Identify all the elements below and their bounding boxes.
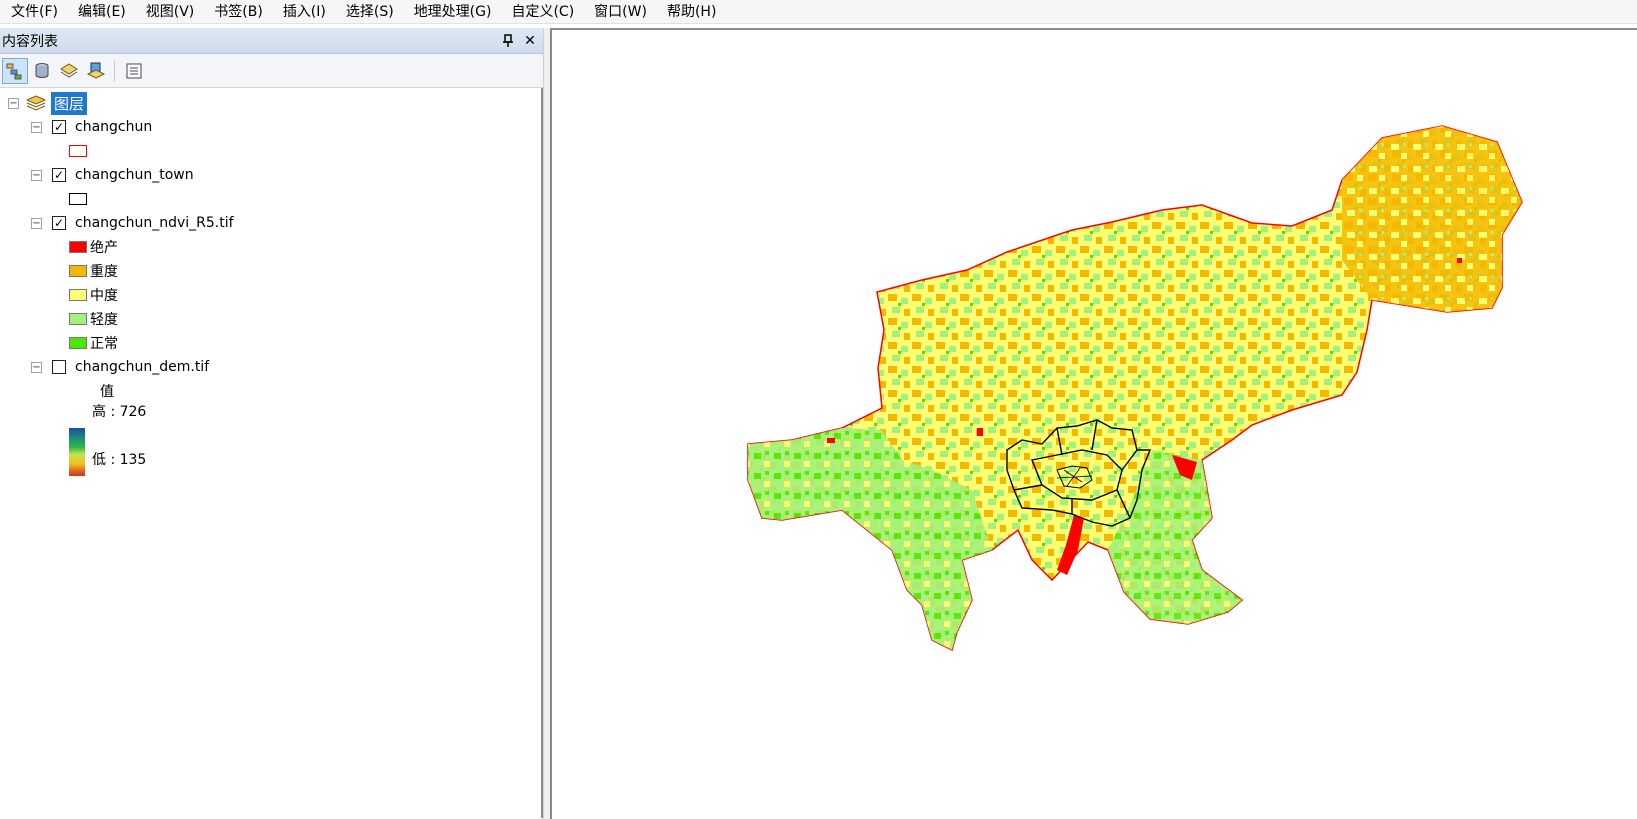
options-icon <box>126 63 142 78</box>
class-label: 中度 <box>90 288 118 304</box>
pane-splitter[interactable] <box>543 28 550 819</box>
legend-class-row: 正常 <box>69 331 118 355</box>
layer-name[interactable]: changchun_town <box>75 167 194 183</box>
root-layers-row[interactable]: − 图层 <box>8 91 88 115</box>
menu-view[interactable]: 视图(V) <box>135 0 204 24</box>
class-label: 轻度 <box>90 312 118 328</box>
dem-high-label: 高 : 726 <box>92 404 147 420</box>
pane-title: 内容列表 <box>2 33 58 50</box>
failure-patch <box>977 428 983 436</box>
class-label: 重度 <box>90 264 118 280</box>
collapse-icon[interactable]: − <box>31 217 42 229</box>
list-by-source-button[interactable] <box>29 58 55 84</box>
legend-symbol-row <box>69 139 87 163</box>
selection-layers-icon <box>86 62 106 79</box>
northeast-orange-zone <box>1342 126 1522 312</box>
layer-row-changchun[interactable]: − ✓ changchun <box>31 115 152 139</box>
menu-selection[interactable]: 选择(S) <box>335 0 403 24</box>
database-icon <box>35 62 49 78</box>
failure-patch <box>1457 258 1462 263</box>
class-swatch[interactable] <box>69 337 87 349</box>
layer-name[interactable]: changchun_dem.tif <box>75 359 209 375</box>
menu-help[interactable]: 帮助(H) <box>656 0 725 24</box>
collapse-icon[interactable]: − <box>31 361 42 373</box>
menu-bar: 文件(F) 编辑(E) 视图(V) 书签(B) 插入(I) 选择(S) 地理处理… <box>0 0 1637 24</box>
legend-class-row: 绝产 <box>69 235 118 259</box>
layers-group-icon <box>25 95 47 111</box>
table-of-contents-pane: 内容列表 ✕ − 图层 − ✓ changchun − ✓ changchun_… <box>0 28 543 819</box>
layer-row-ndvi[interactable]: − ✓ changchun_ndvi_R5.tif <box>31 211 234 235</box>
legend-symbol-row <box>69 187 87 211</box>
menu-file[interactable]: 文件(F) <box>0 0 67 24</box>
layer-visibility-checkbox[interactable] <box>52 360 66 374</box>
layer-visibility-checkbox[interactable]: ✓ <box>52 216 66 230</box>
layers-icon <box>60 62 78 78</box>
map-view[interactable] <box>550 28 1637 819</box>
map-canvas[interactable] <box>552 30 1637 819</box>
collapse-icon[interactable]: − <box>31 169 42 181</box>
layer-row-changchun-town[interactable]: − ✓ changchun_town <box>31 163 194 187</box>
class-label: 正常 <box>90 336 118 352</box>
menu-bookmarks[interactable]: 书签(B) <box>203 0 272 24</box>
dem-low-label: 低 : 135 <box>92 452 147 468</box>
root-layers-label[interactable]: 图层 <box>51 91 88 115</box>
failure-patch <box>827 438 835 443</box>
layer-visibility-checkbox[interactable]: ✓ <box>52 168 66 182</box>
layer-name[interactable]: changchun_ndvi_R5.tif <box>75 215 234 231</box>
class-swatch[interactable] <box>69 265 87 277</box>
options-button[interactable] <box>121 58 147 84</box>
polygon-outline-swatch[interactable] <box>69 145 87 157</box>
menu-geoprocessing[interactable]: 地理处理(G) <box>403 0 501 24</box>
list-by-visibility-button[interactable] <box>56 58 82 84</box>
elevation-color-ramp[interactable] <box>69 428 85 476</box>
collapse-icon[interactable]: − <box>31 121 42 133</box>
layer-visibility-checkbox[interactable]: ✓ <box>52 120 66 134</box>
pin-icon[interactable] <box>499 31 517 51</box>
legend-class-row: 轻度 <box>69 307 118 331</box>
menu-customize[interactable]: 自定义(C) <box>500 0 583 24</box>
layer-tree: − 图层 − ✓ changchun − ✓ changchun_town − … <box>0 88 543 818</box>
menu-insert[interactable]: 插入(I) <box>272 0 335 24</box>
list-by-drawing-order-button[interactable] <box>2 57 28 84</box>
menu-edit[interactable]: 编辑(E) <box>67 0 135 24</box>
layer-name[interactable]: changchun <box>75 119 152 135</box>
class-swatch[interactable] <box>69 289 87 301</box>
toolbar-separator <box>114 59 115 82</box>
polygon-outline-swatch[interactable] <box>69 193 87 205</box>
legend-class-row: 中度 <box>69 283 118 307</box>
drawing-order-icon <box>6 63 22 79</box>
class-label: 绝产 <box>90 240 118 256</box>
menu-windows[interactable]: 窗口(W) <box>583 0 656 24</box>
pane-title-bar: 内容列表 ✕ <box>0 28 543 54</box>
changchun-boundary-layer <box>747 125 1523 652</box>
legend-class-row: 重度 <box>69 259 118 283</box>
close-icon[interactable]: ✕ <box>521 31 539 51</box>
class-swatch[interactable] <box>69 313 87 325</box>
class-swatch[interactable] <box>69 241 87 253</box>
collapse-icon[interactable]: − <box>8 97 19 109</box>
list-by-selection-button[interactable] <box>83 58 109 84</box>
toc-toolbar <box>0 54 543 88</box>
layer-row-dem[interactable]: − changchun_dem.tif <box>31 355 209 379</box>
